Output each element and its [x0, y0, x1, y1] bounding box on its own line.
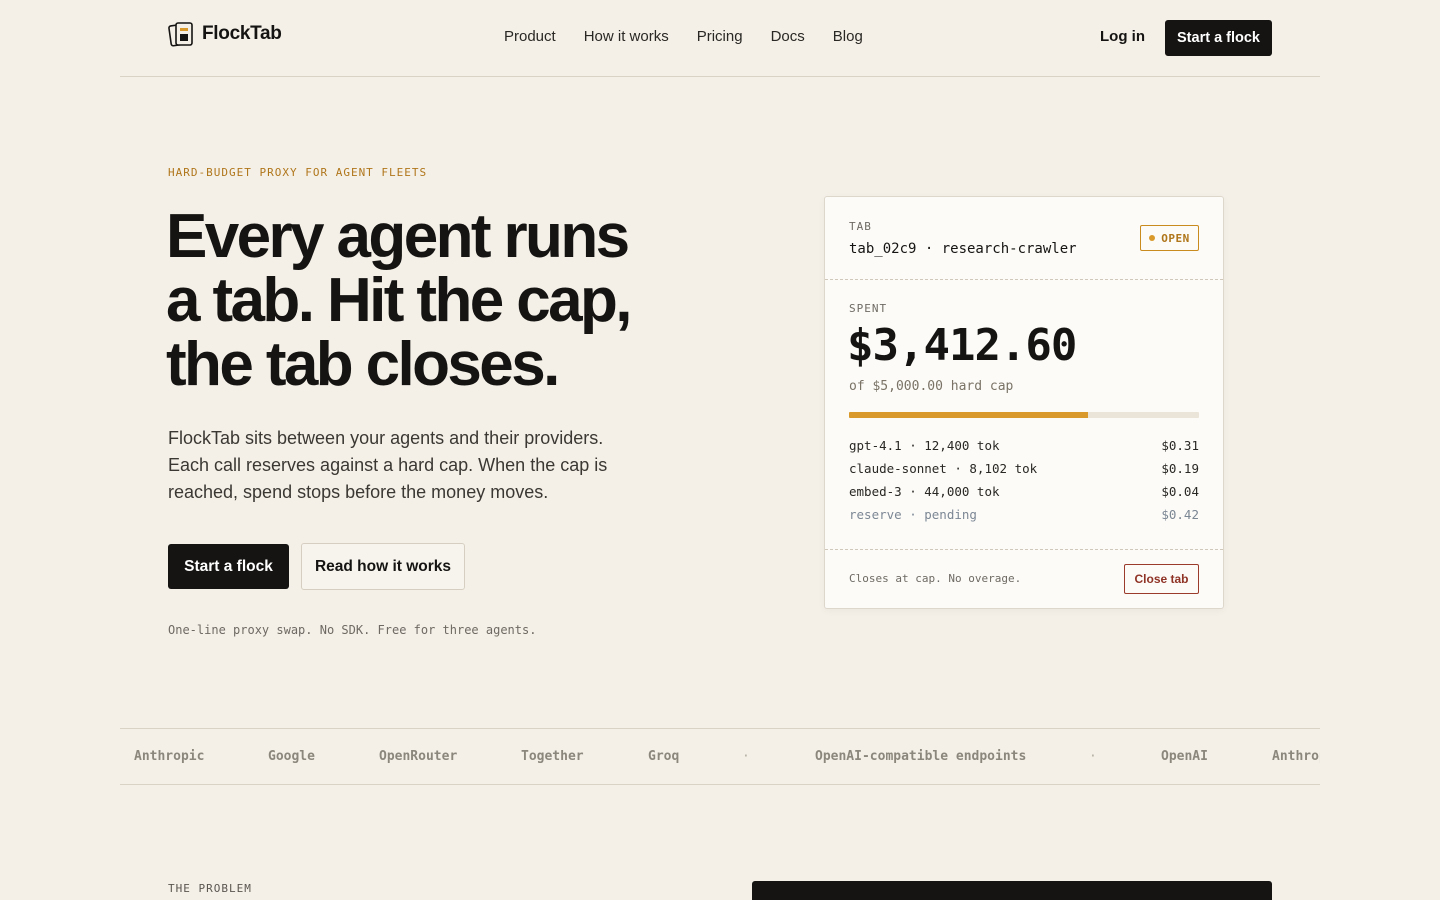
top-nav: FlockTab Product How it works Pricing Do…: [120, 0, 1320, 77]
usage-line-label: claude-sonnet · 8,102 tok: [849, 461, 1038, 476]
provider-openrouter: OpenRouter: [379, 749, 458, 764]
usage-line-amount: $0.42: [1161, 507, 1199, 522]
nav-link-blog[interactable]: Blog: [833, 28, 863, 45]
headline-line-3: the tab closes.: [166, 330, 560, 399]
tab-card: TAB tab_02c9 · research-crawler OPEN SPE…: [824, 196, 1224, 609]
hard-cap-text: of $5,000.00 hard cap: [849, 379, 1014, 394]
brand-logo[interactable]: FlockTab: [168, 20, 282, 48]
status-dot-icon: [1149, 235, 1156, 241]
provider-anthropic: Anthropic: [134, 749, 205, 764]
problem-section-label: THE PROBLEM: [168, 882, 252, 895]
flocktab-logo-icon: [168, 22, 193, 47]
login-link[interactable]: Log in: [1100, 28, 1145, 45]
hero-subtext: FlockTab sits between your agents and th…: [168, 428, 608, 502]
usage-lines: gpt-4.1 · 12,400 tok $0.31 claude-sonnet…: [849, 438, 1199, 530]
nav-links: Product How it works Pricing Docs Blog: [504, 28, 863, 45]
problem-code-panel: [752, 881, 1272, 900]
tab-id: tab_02c9 · research-crawler: [849, 241, 1077, 257]
spent-amount: $3,412.60: [847, 320, 1077, 371]
hero-footnote: One-line proxy swap. No SDK. Free for th…: [168, 623, 537, 637]
nav-start-flock-button[interactable]: Start a flock: [1165, 20, 1272, 56]
usage-line-label: reserve · pending: [849, 507, 977, 522]
usage-line: embed-3 · 44,000 tok $0.04: [849, 484, 1199, 507]
spent-label: SPENT: [849, 302, 888, 315]
headline-line-1: Every agent runs: [166, 202, 630, 271]
provider-together: Together: [521, 749, 584, 764]
usage-line-pending: reserve · pending $0.42: [849, 507, 1199, 530]
provider-google: Google: [268, 749, 315, 764]
usage-line-amount: $0.31: [1161, 438, 1199, 453]
provider-anthropic-repeat: Anthropic: [1272, 749, 1320, 764]
usage-line-amount: $0.19: [1161, 461, 1199, 476]
nav-link-how-it-works[interactable]: How it works: [584, 28, 669, 45]
close-tab-button[interactable]: Close tab: [1124, 564, 1199, 594]
usage-line-label: gpt-4.1 · 12,400 tok: [849, 438, 1000, 453]
usage-line-label: embed-3 · 44,000 tok: [849, 484, 1000, 499]
provider-separator: ·: [742, 749, 750, 764]
brand-name: FlockTab: [202, 23, 282, 44]
status-text: OPEN: [1161, 231, 1190, 245]
nav-link-pricing[interactable]: Pricing: [697, 28, 743, 45]
usage-line: gpt-4.1 · 12,400 tok $0.31: [849, 438, 1199, 461]
tab-card-footer: Closes at cap. No overage. Close tab: [825, 549, 1223, 609]
provider-separator: ·: [1089, 749, 1097, 764]
usage-line-amount: $0.04: [1161, 484, 1199, 499]
provider-openai-compatible: OpenAI-compatible endpoints: [815, 749, 1027, 764]
headline-line-2: a tab. Hit the cap,: [166, 266, 633, 335]
hero-eyebrow: HARD-BUDGET PROXY FOR AGENT FLEETS: [168, 166, 428, 179]
usage-line: claude-sonnet · 8,102 tok $0.19: [849, 461, 1199, 484]
hero-start-flock-button[interactable]: Start a flock: [168, 544, 289, 589]
provider-groq: Groq: [648, 749, 680, 764]
read-how-it-works-button[interactable]: Read how it works: [301, 543, 465, 590]
budget-progress-fill: [849, 412, 1088, 418]
nav-link-docs[interactable]: Docs: [771, 28, 805, 45]
tab-label: TAB: [849, 220, 872, 233]
tab-card-header: TAB tab_02c9 · research-crawler OPEN: [825, 197, 1223, 280]
status-badge: OPEN: [1140, 225, 1199, 251]
provider-openai: OpenAI: [1161, 749, 1208, 764]
nav-link-product[interactable]: Product: [504, 28, 556, 45]
budget-progress-bar: [849, 412, 1199, 418]
provider-strip: Anthropic Google OpenRouter Together Gro…: [120, 728, 1320, 785]
footer-note: Closes at cap. No overage.: [849, 572, 1022, 585]
hero-headline: Every agent runs a tab. Hit the cap, the…: [166, 205, 726, 397]
